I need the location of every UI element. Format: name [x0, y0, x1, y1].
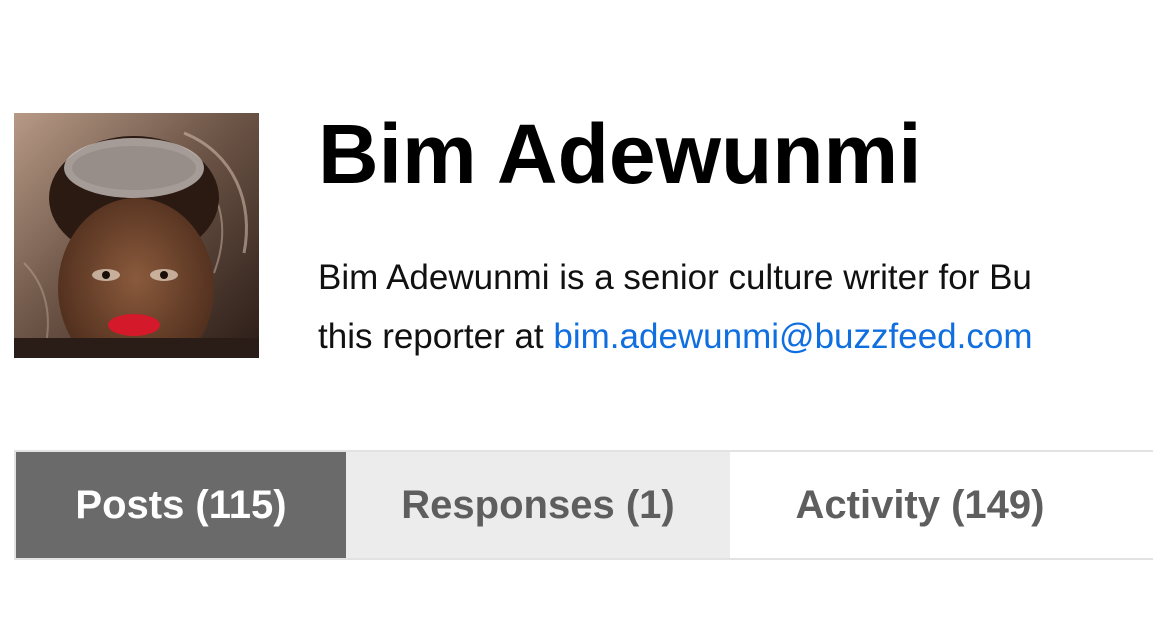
profile-name: Bim Adewunmi	[318, 107, 922, 201]
bio-line-2-text: this reporter at	[318, 317, 554, 356]
profile-page: Bim Adewunmi Bim Adewunmi is a senior cu…	[0, 0, 1153, 637]
bio-line-2: this reporter at bim.adewunmi@buzzfeed.c…	[318, 307, 1153, 366]
bio-line-1: Bim Adewunmi is a senior culture writer …	[318, 258, 1032, 297]
email-link[interactable]: bim.adewunmi@buzzfeed.com	[553, 317, 1032, 356]
tab-posts[interactable]: Posts (115)	[16, 452, 346, 558]
tab-responses[interactable]: Responses (1)	[346, 452, 730, 558]
avatar-photo-icon	[14, 113, 259, 358]
profile-bio: Bim Adewunmi is a senior culture writer …	[318, 248, 1153, 366]
avatar[interactable]	[14, 113, 259, 358]
profile-tabs: Posts (115) Responses (1) Activity (149)	[14, 450, 1153, 560]
tab-activity[interactable]: Activity (149)	[730, 452, 1110, 558]
